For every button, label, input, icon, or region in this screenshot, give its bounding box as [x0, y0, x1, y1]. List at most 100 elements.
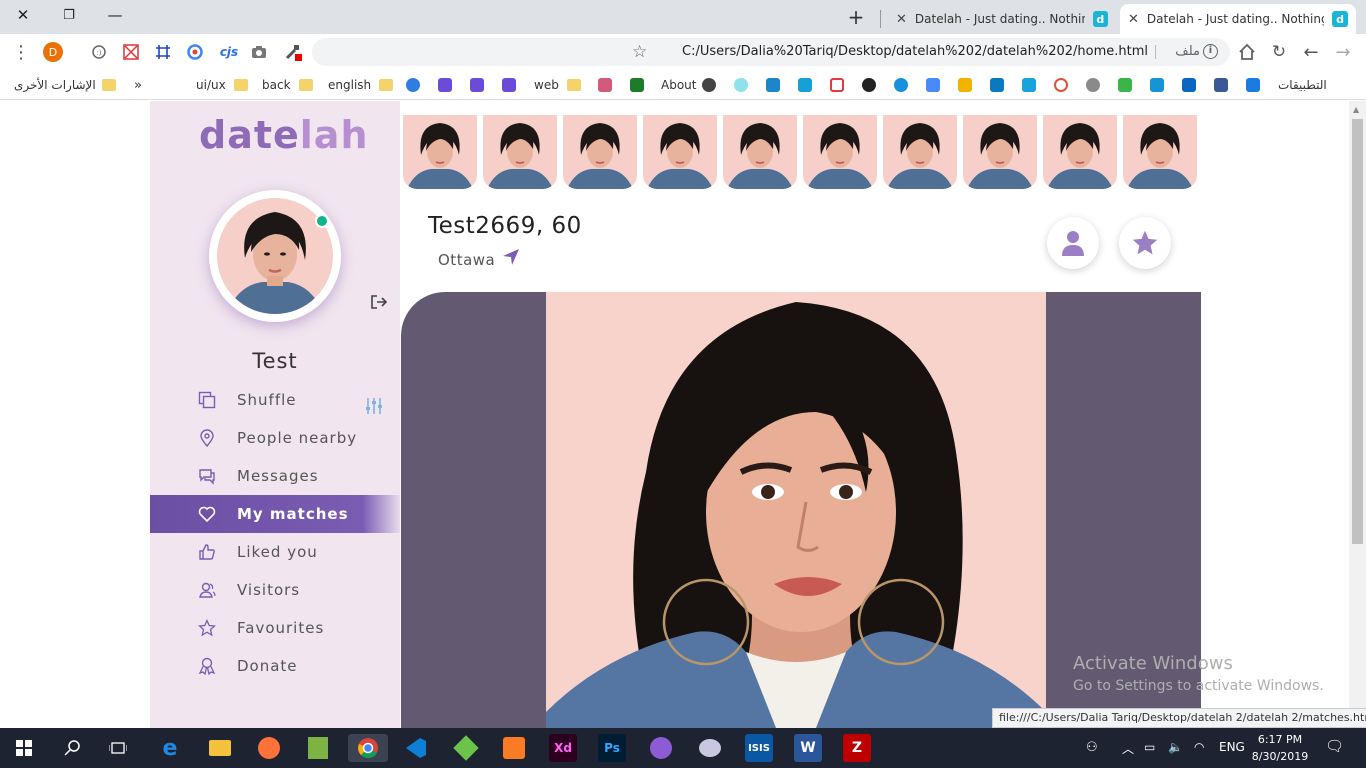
site-info-icon[interactable]: i [1203, 44, 1218, 59]
url-text[interactable]: C:/Users/Dalia%20Tariq/Desktop/datelah%2… [682, 44, 1148, 59]
bookmark-blue-circle-icon[interactable] [1022, 76, 1036, 94]
back-arrow-icon[interactable]: ← [1300, 42, 1322, 63]
match-thumbnail[interactable] [803, 115, 877, 189]
cat-app-icon[interactable] [647, 734, 675, 762]
sidebar-item-people-nearby[interactable]: People nearby [150, 419, 400, 457]
bookmark-yellow-5-icon[interactable] [958, 76, 972, 94]
taskbar-clock[interactable]: 6:17 PM 8/30/2019 [1249, 731, 1311, 765]
notifications-icon[interactable]: 🗨 [1325, 737, 1344, 755]
bookmark-y-icon[interactable] [1150, 76, 1164, 94]
close-window-button[interactable]: ✕ [0, 0, 46, 30]
bookmark-purple-d-icon[interactable] [470, 76, 484, 94]
volume-icon[interactable]: 🔈 [1168, 740, 1183, 754]
bookmark-pink-icon[interactable] [598, 76, 612, 94]
match-thumbnail[interactable] [963, 115, 1037, 189]
profile-photo[interactable] [546, 292, 1046, 728]
spreadsheet-app-icon[interactable] [304, 734, 332, 762]
people-icon[interactable]: ⚇ [1086, 740, 1098, 755]
match-thumbnail[interactable] [643, 115, 717, 189]
close-tab-icon[interactable]: ✕ [896, 12, 907, 27]
match-thumbnail[interactable] [403, 115, 477, 189]
apps-shortcut[interactable]: التطبيقات [1278, 76, 1327, 94]
sidebar-item-donate[interactable]: Donate [150, 647, 400, 685]
sidebar-item-my-matches[interactable]: My matches [150, 495, 400, 533]
close-tab-icon[interactable]: ✕ [1128, 12, 1139, 27]
search-icon[interactable] [58, 734, 86, 762]
bookmark-blue-swirl-icon[interactable] [894, 76, 908, 94]
sidebar-item-shuffle[interactable]: Shuffle [150, 381, 400, 419]
reload-icon[interactable]: ↻ [1268, 42, 1290, 62]
match-thumbnail[interactable] [1043, 115, 1117, 189]
extension-color-icon[interactable] [184, 42, 206, 62]
browser-tab-1[interactable]: ✕ Datelah - Just dating.. Nothing el d [888, 4, 1116, 34]
sourcetree-icon[interactable] [452, 734, 480, 762]
bookmark-blue-gear-icon[interactable] [406, 76, 420, 94]
trello-icon[interactable] [990, 76, 1004, 94]
bookmark-red-face-icon[interactable] [1054, 76, 1068, 94]
bookmark-green-icon[interactable] [630, 76, 644, 94]
windows-start-icon[interactable] [10, 734, 38, 762]
wifi-icon[interactable]: ◠ [1194, 740, 1204, 754]
show-hidden-icons-chevron-icon[interactable]: ︿ [1122, 740, 1134, 757]
bookmark-grey-icon[interactable] [1086, 76, 1100, 94]
battery-icon[interactable]: ▭ [1144, 740, 1155, 754]
chrome-icon[interactable] [348, 734, 388, 762]
bookmark-purple-d-icon[interactable] [438, 76, 452, 94]
eyedropper-extension-icon[interactable] [282, 42, 304, 62]
input-language-indicator[interactable]: ENG [1219, 740, 1245, 754]
github-icon[interactable] [862, 76, 876, 94]
bookmark-shield-icon[interactable] [766, 76, 780, 94]
browser-tab-2-active[interactable]: ✕ Datelah - Just dating.. Nothing el d [1120, 4, 1356, 34]
profile-avatar-ring[interactable] [209, 190, 341, 322]
bookmark-red-outline-icon[interactable] [830, 76, 844, 94]
sidebar-item-messages[interactable]: Messages [150, 457, 400, 495]
filezilla-icon[interactable]: Z [843, 734, 871, 762]
new-tab-button[interactable]: + [842, 4, 870, 30]
extension-grid-icon[interactable] [152, 42, 174, 62]
vscode-icon[interactable] [402, 734, 430, 762]
paint-icon[interactable] [696, 734, 724, 762]
scrollbar-thumb[interactable] [1352, 119, 1363, 544]
upwork-icon[interactable] [1118, 76, 1132, 94]
bookmark-purple-d-icon[interactable] [502, 76, 516, 94]
address-bar[interactable]: ☆ C:/Users/Dalia%20Tariq/Desktop/datelah… [312, 38, 1230, 66]
firefox-icon[interactable] [255, 734, 283, 762]
bookmark-folder-uiux[interactable]: ui/ux [196, 76, 248, 94]
linkedin-icon[interactable] [1182, 76, 1196, 94]
profile-avatar[interactable]: D [42, 42, 64, 62]
favourite-button[interactable] [1119, 217, 1171, 269]
adobe-xd-icon[interactable]: Xd [549, 734, 577, 762]
xampp-icon[interactable] [500, 734, 528, 762]
bookmark-u-icon[interactable] [798, 76, 812, 94]
forward-arrow-icon[interactable]: → [1332, 42, 1354, 63]
extension-block-icon[interactable] [120, 42, 142, 62]
camera-extension-icon[interactable] [248, 42, 270, 62]
match-thumbnail[interactable] [563, 115, 637, 189]
home-icon[interactable] [1236, 42, 1258, 62]
file-explorer-icon[interactable] [206, 734, 234, 762]
bookmark-about[interactable]: About [661, 76, 717, 94]
edge-browser-icon[interactable]: e [156, 734, 184, 762]
bookmark-blue-triangle-icon[interactable] [1246, 76, 1260, 94]
photoshop-icon[interactable]: Ps [598, 734, 626, 762]
scroll-up-icon[interactable]: ▲ [1353, 105, 1359, 114]
bookmark-folder-web[interactable]: web [534, 76, 581, 94]
page-scrollbar[interactable]: ▲ [1349, 101, 1366, 728]
match-thumbnail[interactable] [883, 115, 957, 189]
bookmark-folder-back[interactable]: back [262, 76, 313, 94]
match-thumbnail[interactable] [483, 115, 557, 189]
extension-timer-icon[interactable]: :) [88, 42, 110, 62]
restore-window-button[interactable]: ❐ [46, 0, 92, 30]
bookmark-star-icon[interactable]: ☆ [632, 42, 647, 62]
datelah-logo[interactable]: datelah [199, 113, 369, 157]
filter-sliders-icon[interactable] [365, 397, 383, 419]
minimize-window-button[interactable]: — [92, 0, 138, 30]
extension-cjs-icon[interactable]: cjs [214, 42, 244, 62]
bookmark-cyan-icon[interactable] [734, 76, 748, 94]
task-view-icon[interactable] [104, 734, 132, 762]
sidebar-item-favourites[interactable]: Favourites [150, 609, 400, 647]
sidebar-item-liked-you[interactable]: Liked you [150, 533, 400, 571]
logout-icon[interactable] [370, 294, 388, 314]
bookmark-folder-english[interactable]: english [328, 76, 394, 94]
word-icon[interactable]: W [794, 734, 822, 762]
